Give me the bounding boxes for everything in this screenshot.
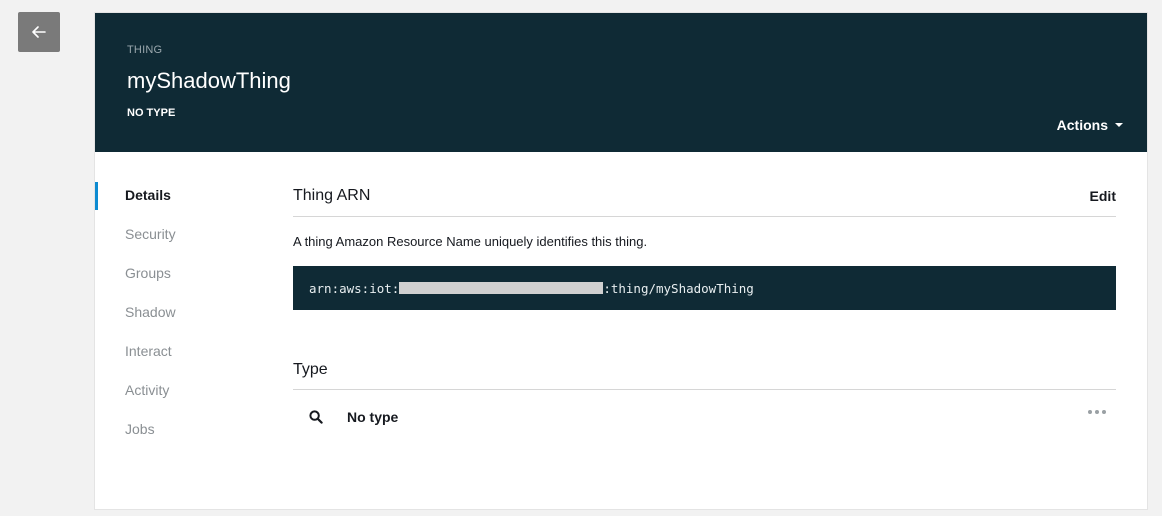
nav-item-jobs[interactable]: Jobs: [95, 410, 275, 449]
thing-header: THING myShadowThing NO TYPE Actions: [95, 13, 1147, 152]
nav-item-groups[interactable]: Groups: [95, 254, 275, 293]
thing-type-label: NO TYPE: [127, 107, 176, 119]
actions-dropdown[interactable]: Actions: [1057, 117, 1123, 133]
nav-item-details[interactable]: Details: [95, 176, 275, 215]
nav-item-activity[interactable]: Activity: [95, 371, 275, 410]
arn-section-title: Thing ARN: [293, 187, 371, 204]
arn-prefix: arn:aws:iot:: [309, 280, 400, 296]
actions-label: Actions: [1056, 117, 1108, 133]
resource-kind-label: THING: [127, 44, 163, 56]
type-section-title: Type: [293, 360, 328, 378]
thing-detail-card: THING myShadowThing NO TYPE Actions Deta…: [94, 12, 1148, 510]
type-row: No type: [293, 390, 1116, 444]
type-section-header: Type: [293, 350, 1116, 390]
more-dot-icon: [1095, 410, 1099, 414]
more-options-button[interactable]: [1088, 410, 1106, 414]
arn-value-box: arn:aws:iot: :thing/myShadowThing: [293, 266, 1116, 310]
edit-button[interactable]: Edit: [1090, 188, 1116, 204]
type-value: No type: [347, 409, 399, 425]
caret-down-icon: [1115, 123, 1123, 127]
more-dot-icon: [1102, 410, 1106, 414]
back-button[interactable]: [18, 12, 60, 52]
more-dot-icon: [1088, 410, 1092, 414]
page-title: myShadowThing: [127, 68, 291, 93]
arn-suffix: :thing/myShadowThing: [603, 280, 754, 296]
side-navigation: Details Security Groups Shadow Interact …: [95, 176, 275, 449]
search-icon: [309, 410, 323, 424]
arrow-left-icon: [32, 26, 46, 38]
nav-item-security[interactable]: Security: [95, 215, 275, 254]
redacted-account-id: [399, 282, 604, 294]
arn-description: A thing Amazon Resource Name uniquely id…: [293, 234, 648, 249]
nav-item-interact[interactable]: Interact: [95, 332, 275, 371]
arn-section-header: Thing ARN Edit: [293, 176, 1116, 217]
details-content: Thing ARN Edit A thing Amazon Resource N…: [293, 176, 1116, 444]
nav-item-shadow[interactable]: Shadow: [95, 293, 275, 332]
type-section: Type No type: [293, 350, 1116, 444]
